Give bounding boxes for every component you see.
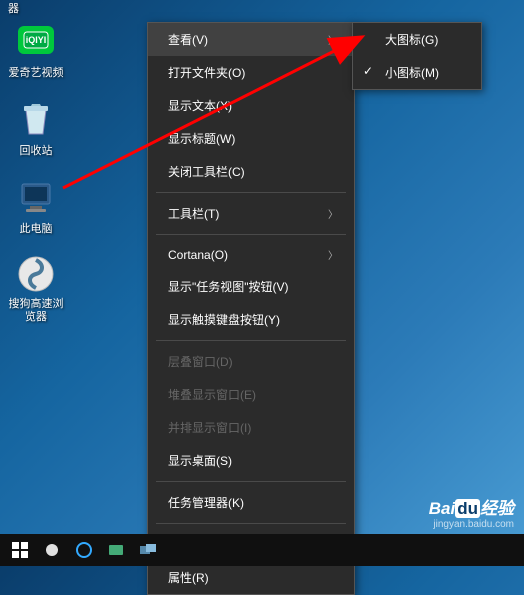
menu-separator	[156, 192, 346, 193]
desktop-icons-column: iQIYI 爱奇艺视频 回收站 此电脑 搜狗高速浏 览器	[6, 20, 66, 342]
menu-label: 显示文本(X)	[168, 97, 232, 114]
menu-item-task-view-button[interactable]: 显示"任务视图"按钮(V)	[148, 270, 354, 303]
menu-separator	[156, 481, 346, 482]
menu-item-sidebyside: 并排显示窗口(I)	[148, 411, 354, 444]
menu-label: 任务管理器(K)	[168, 494, 244, 511]
this-pc-label: 此电脑	[20, 220, 53, 236]
desktop-icon-this-pc[interactable]: 此电脑	[6, 176, 66, 236]
check-icon: ✓	[363, 64, 373, 78]
menu-label: 层叠窗口(D)	[168, 353, 233, 370]
menu-label: 并排显示窗口(I)	[168, 419, 251, 436]
menu-item-stacked: 堆叠显示窗口(E)	[148, 378, 354, 411]
chevron-right-icon: 〉	[328, 32, 338, 47]
menu-item-show-title[interactable]: 显示标题(W)	[148, 122, 354, 155]
recycle-bin-icon	[16, 98, 56, 138]
menu-label: 打开文件夹(O)	[168, 64, 245, 81]
watermark-logo: Baidu经验	[429, 494, 514, 519]
taskbar-app-1[interactable]	[40, 538, 64, 562]
taskbar-context-menu: 查看(V) 〉 打开文件夹(O) 显示文本(X) 显示标题(W) 关闭工具栏(C…	[147, 22, 355, 595]
menu-item-show-text[interactable]: 显示文本(X)	[148, 89, 354, 122]
sogou-label: 搜狗高速浏 览器	[6, 298, 66, 324]
submenu-label: 小图标(M)	[385, 66, 439, 80]
watermark-url: jingyan.baidu.com	[429, 519, 514, 530]
menu-item-close-toolbar[interactable]: 关闭工具栏(C)	[148, 155, 354, 188]
menu-label: 属性(R)	[168, 569, 209, 586]
svg-text:iQIYI: iQIYI	[26, 35, 47, 45]
menu-separator	[156, 340, 346, 341]
watermark-du: du	[455, 499, 480, 518]
desktop-icon-iqiyi[interactable]: iQIYI 爱奇艺视频	[6, 20, 66, 80]
menu-separator	[156, 523, 346, 524]
taskbar[interactable]	[0, 534, 524, 566]
watermark-prefix: Bai	[429, 499, 455, 518]
recycle-bin-label: 回收站	[20, 142, 53, 158]
menu-label: Cortana(O)	[168, 248, 228, 262]
menu-separator	[156, 234, 346, 235]
taskbar-app-3[interactable]	[104, 538, 128, 562]
menu-item-touch-keyboard[interactable]: 显示触摸键盘按钮(Y)	[148, 303, 354, 336]
menu-item-open-folder[interactable]: 打开文件夹(O)	[148, 56, 354, 89]
menu-label: 显示"任务视图"按钮(V)	[168, 278, 289, 295]
menu-label: 堆叠显示窗口(E)	[168, 386, 256, 403]
submenu-item-large-icons[interactable]: 大图标(G)	[353, 23, 481, 56]
menu-item-toolbars[interactable]: 工具栏(T) 〉	[148, 197, 354, 230]
menu-item-view[interactable]: 查看(V) 〉	[148, 23, 354, 56]
menu-label: 关闭工具栏(C)	[168, 163, 245, 180]
menu-label: 显示触摸键盘按钮(Y)	[168, 311, 280, 328]
this-pc-icon	[16, 176, 56, 216]
iqiyi-icon: iQIYI	[16, 20, 56, 60]
chevron-right-icon: 〉	[328, 247, 338, 262]
start-button[interactable]	[8, 538, 32, 562]
watermark: Baidu经验 jingyan.baidu.com	[429, 494, 514, 530]
iqiyi-label: 爱奇艺视频	[9, 64, 64, 80]
desktop-icon-sogou[interactable]: 搜狗高速浏 览器	[6, 254, 66, 324]
watermark-suffix: 经验	[480, 499, 514, 518]
chevron-right-icon: 〉	[328, 206, 338, 221]
menu-item-cortana[interactable]: Cortana(O) 〉	[148, 239, 354, 270]
menu-label: 查看(V)	[168, 31, 208, 48]
submenu-item-small-icons[interactable]: ✓ 小图标(M)	[353, 56, 481, 89]
sogou-browser-icon	[16, 254, 56, 294]
desktop-icon-recycle-bin[interactable]: 回收站	[6, 98, 66, 158]
menu-item-show-desktop[interactable]: 显示桌面(S)	[148, 444, 354, 477]
truncated-icon-label: 器	[8, 0, 19, 16]
menu-item-cascade: 层叠窗口(D)	[148, 345, 354, 378]
menu-label: 显示桌面(S)	[168, 452, 232, 469]
menu-label: 工具栏(T)	[168, 205, 219, 222]
taskbar-app-2[interactable]	[72, 538, 96, 562]
taskbar-app-4[interactable]	[136, 538, 160, 562]
menu-label: 显示标题(W)	[168, 130, 235, 147]
menu-item-task-manager[interactable]: 任务管理器(K)	[148, 486, 354, 519]
view-submenu: 大图标(G) ✓ 小图标(M)	[352, 22, 482, 90]
submenu-label: 大图标(G)	[385, 33, 438, 47]
